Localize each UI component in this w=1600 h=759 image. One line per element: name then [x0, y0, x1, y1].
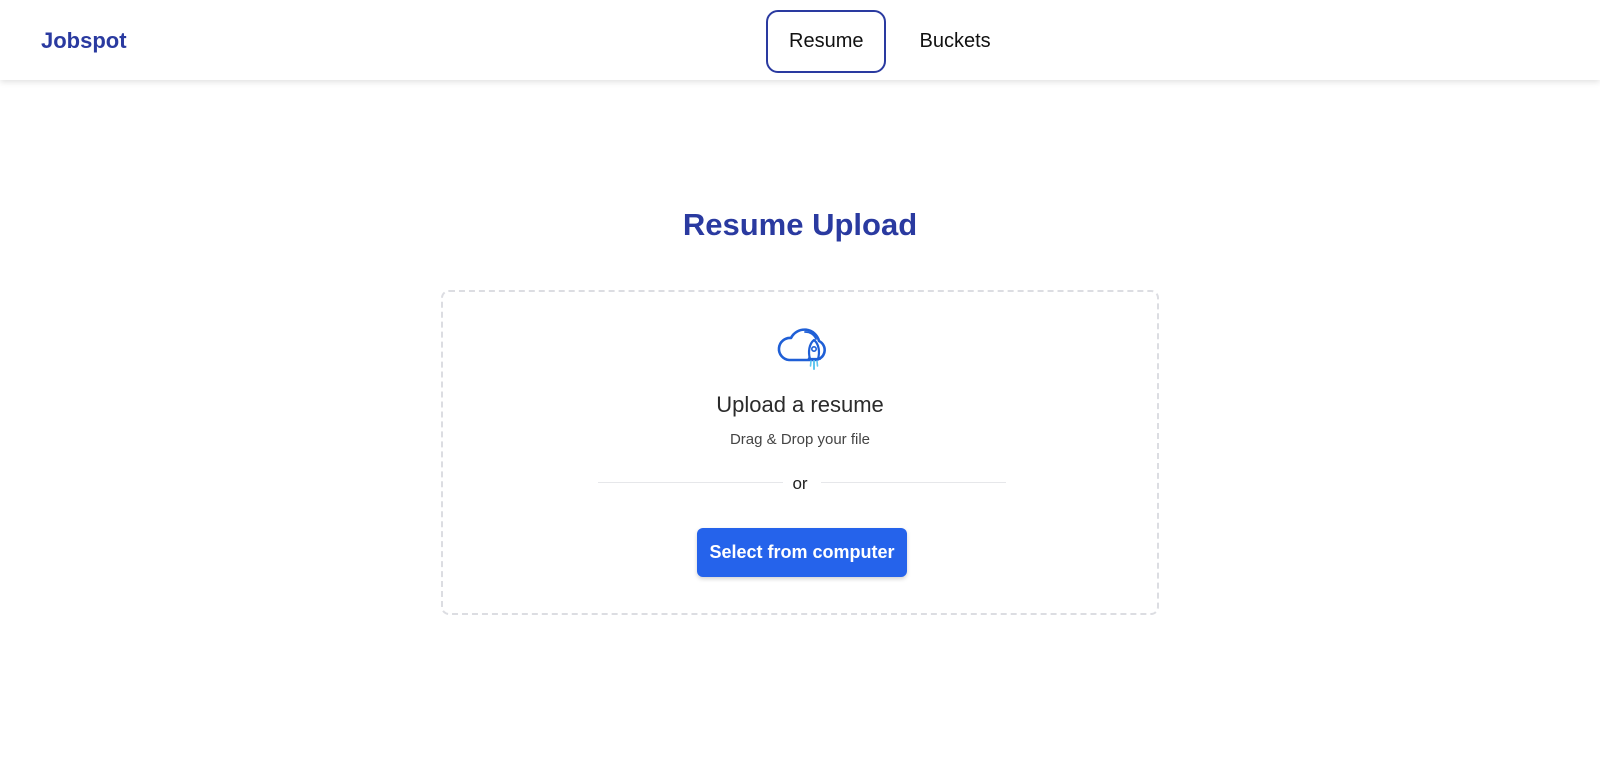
select-from-computer-button[interactable]: Select from computer: [697, 528, 907, 577]
divider-right: [821, 482, 1006, 483]
top-navbar: Jobspot Resume Buckets: [0, 0, 1600, 80]
tab-resume[interactable]: Resume: [766, 10, 887, 73]
upload-heading: Upload a resume: [716, 392, 884, 417]
nav-tabs: Resume Buckets: [766, 10, 1014, 73]
divider-or: or: [792, 474, 808, 493]
upload-subtext: Drag & Drop your file: [729, 431, 871, 448]
brand-logo[interactable]: Jobspot: [41, 28, 127, 54]
page-title: Resume Upload: [682, 207, 918, 242]
tab-buckets[interactable]: Buckets: [896, 10, 1013, 73]
resume-dropzone[interactable]: Upload a resume Drag & Drop your file or…: [441, 290, 1159, 615]
cloud-rocket-icon: [775, 324, 829, 372]
